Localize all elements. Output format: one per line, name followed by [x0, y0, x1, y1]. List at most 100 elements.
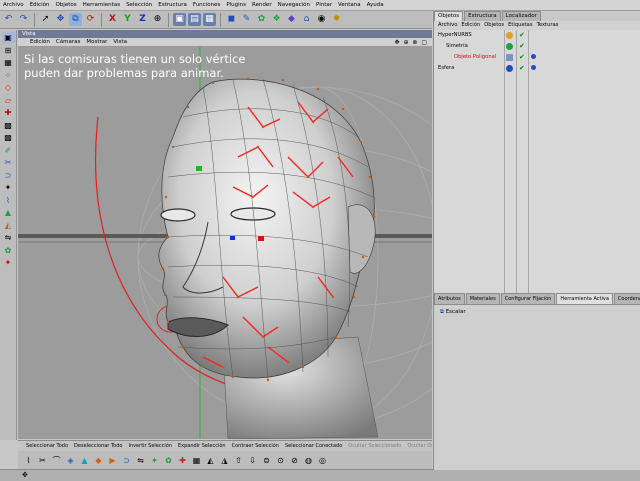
- texture-icon[interactable]: ▦: [2, 57, 15, 68]
- collapse-icon[interactable]: ⊙: [275, 454, 286, 466]
- hide-selected-button[interactable]: Ocultar Seleccionado: [348, 441, 401, 451]
- grow-selection-button[interactable]: Expandir Selección: [178, 441, 226, 451]
- material-tag-icon[interactable]: [531, 65, 536, 70]
- smooth-shift-icon[interactable]: ⌒: [51, 454, 62, 466]
- reverse-normals-icon[interactable]: ⇩: [247, 454, 258, 466]
- enabled-check-icon[interactable]: ✔: [519, 52, 525, 63]
- menu-navegacion[interactable]: Navegación: [275, 0, 313, 10]
- extrude-tool-icon[interactable]: ▲: [79, 454, 90, 466]
- tab-materiales[interactable]: Materiales: [465, 293, 500, 304]
- om-menu-archivo[interactable]: Archivo: [438, 21, 457, 30]
- untriangulate-icon[interactable]: ◮: [219, 454, 230, 466]
- object-row-hypernurbs[interactable]: HyperNURBS ✔: [434, 30, 640, 41]
- render-picture-icon[interactable]: ▤: [188, 13, 201, 26]
- close-hole-icon[interactable]: ◎: [317, 454, 328, 466]
- magnet-icon[interactable]: ⊃: [2, 170, 15, 181]
- split-tool-icon[interactable]: ✚: [177, 454, 188, 466]
- menu-ventana[interactable]: Ventana: [335, 0, 364, 10]
- magnet-tool-icon[interactable]: ⊃: [121, 454, 132, 466]
- align-normals-icon[interactable]: ⇧: [233, 454, 244, 466]
- material-tag-icon[interactable]: [531, 54, 536, 59]
- bridge-icon[interactable]: ⇋: [2, 232, 15, 243]
- menu-plugins[interactable]: Plugins: [223, 0, 249, 10]
- render-view-icon[interactable]: ▣: [173, 13, 186, 26]
- deselect-all-button[interactable]: Deseleccionar Todo: [74, 441, 122, 451]
- brush-icon[interactable]: ⌇: [2, 195, 15, 206]
- om-menu-edicion[interactable]: Edición: [461, 21, 480, 30]
- scene-icon[interactable]: ⌂: [300, 13, 313, 26]
- weld-icon[interactable]: ✦: [2, 257, 15, 268]
- pen-spline-icon[interactable]: ✎: [240, 13, 253, 26]
- object-axis-z-handle[interactable]: [230, 236, 235, 240]
- om-menu-objetos[interactable]: Objetos: [484, 21, 504, 30]
- knife-tool-icon[interactable]: ✂: [37, 454, 48, 466]
- menu-ayuda[interactable]: Ayuda: [364, 0, 387, 10]
- menu-pintar[interactable]: Pintar: [313, 0, 335, 10]
- object-axis-icon[interactable]: ⊞: [2, 45, 15, 56]
- snap-icon[interactable]: ✦: [2, 182, 15, 193]
- viewport-menu-vista[interactable]: Vista: [113, 38, 127, 46]
- viewport-menu-mostrar[interactable]: Mostrar: [86, 38, 107, 46]
- tab-configurar-fijacion[interactable]: Configurar Fijación: [500, 293, 556, 304]
- enabled-check-icon[interactable]: ✔: [519, 41, 525, 52]
- menu-seleccion[interactable]: Selección: [123, 0, 155, 10]
- checker-alt-icon[interactable]: ▩: [2, 132, 15, 143]
- tab-atributos[interactable]: Atributos: [434, 293, 465, 304]
- tab-estructura[interactable]: Estructura: [464, 11, 501, 21]
- tab-coordenadas[interactable]: Coordenadas: [613, 293, 640, 304]
- scale-icon[interactable]: ⧉: [69, 13, 82, 26]
- hide-unselected-button[interactable]: Ocultar Dese: [407, 441, 432, 451]
- menu-edicion[interactable]: Edición: [27, 0, 53, 10]
- menu-render[interactable]: Render: [249, 0, 275, 10]
- paint-icon[interactable]: ✐: [2, 145, 15, 156]
- mirror-tool-icon[interactable]: ⇋: [135, 454, 146, 466]
- points-mode-icon[interactable]: ⁘: [2, 70, 15, 81]
- brush-tool-icon[interactable]: ⌇: [23, 454, 34, 466]
- om-menu-etiquetas[interactable]: Etiquetas: [508, 21, 532, 30]
- bevel-tool-icon[interactable]: ◆: [93, 454, 104, 466]
- array-icon[interactable]: ❖: [270, 13, 283, 26]
- object-axis-x-handle[interactable]: [258, 236, 264, 241]
- enabled-check-icon[interactable]: ✔: [519, 30, 525, 41]
- extrude-inner-icon[interactable]: ◈: [65, 454, 76, 466]
- camera-icon[interactable]: ◉: [315, 13, 328, 26]
- viewport-menu-camaras[interactable]: Cámaras: [56, 38, 80, 46]
- move-icon[interactable]: ✥: [54, 13, 67, 26]
- menu-archivo[interactable]: Archivo: [0, 0, 27, 10]
- deformer-icon[interactable]: ◆: [285, 13, 298, 26]
- object-row-objeto-poligonal[interactable]: Objeto Poligonal ✔: [434, 52, 640, 63]
- tweak-mode-icon[interactable]: ✚: [2, 107, 15, 118]
- optimize-icon[interactable]: ⊜: [261, 454, 272, 466]
- weld-tool-icon[interactable]: ✦: [149, 454, 160, 466]
- light-icon[interactable]: ✹: [330, 13, 343, 26]
- bevel-icon[interactable]: ◭: [2, 220, 15, 231]
- axis-x-icon[interactable]: X: [106, 13, 119, 26]
- triangulate-icon[interactable]: ◭: [205, 454, 216, 466]
- viewport-nav-icons[interactable]: ✥ ⊕ ⊗ ▢: [395, 38, 428, 47]
- select-connected-button[interactable]: Seleccionar Conectado: [285, 441, 342, 451]
- subdivide-tool-icon[interactable]: ▦: [191, 454, 202, 466]
- 3d-viewport[interactable]: Si las comisuras tienen un solo vértice …: [18, 47, 432, 439]
- axis-z-icon[interactable]: Z: [136, 13, 149, 26]
- enabled-check-icon[interactable]: ✔: [519, 63, 525, 74]
- cube-primitive-icon[interactable]: ◼: [225, 13, 238, 26]
- object-row-esfera[interactable]: Esfera ✔: [434, 63, 640, 74]
- invert-selection-button[interactable]: Invertir Selección: [128, 441, 172, 451]
- polygons-mode-icon[interactable]: ▱: [2, 95, 15, 106]
- knife-icon[interactable]: ✂: [2, 157, 15, 168]
- tab-objetos[interactable]: Objetos: [434, 11, 464, 21]
- tab-herramienta-activa[interactable]: Herramienta Activa: [556, 293, 613, 304]
- nurbs-icon[interactable]: ✿: [255, 13, 268, 26]
- object-row-simetria[interactable]: Simetría ✔: [434, 41, 640, 52]
- melt-icon[interactable]: ◍: [303, 454, 314, 466]
- menu-objetos[interactable]: Objetos: [52, 0, 79, 10]
- extrude-icon[interactable]: ▲: [2, 207, 15, 218]
- menu-herramientas[interactable]: Herramientas: [80, 0, 123, 10]
- bridge-tool-icon[interactable]: ▶: [107, 454, 118, 466]
- select-all-button[interactable]: Seleccionar Todo: [26, 441, 68, 451]
- axis-y-icon[interactable]: Y: [121, 13, 134, 26]
- om-menu-texturas[interactable]: Texturas: [537, 21, 559, 30]
- render-settings-icon[interactable]: ▦: [203, 13, 216, 26]
- disconnect-icon[interactable]: ⊘: [289, 454, 300, 466]
- viewport-menu-edicion[interactable]: Edición: [30, 38, 50, 46]
